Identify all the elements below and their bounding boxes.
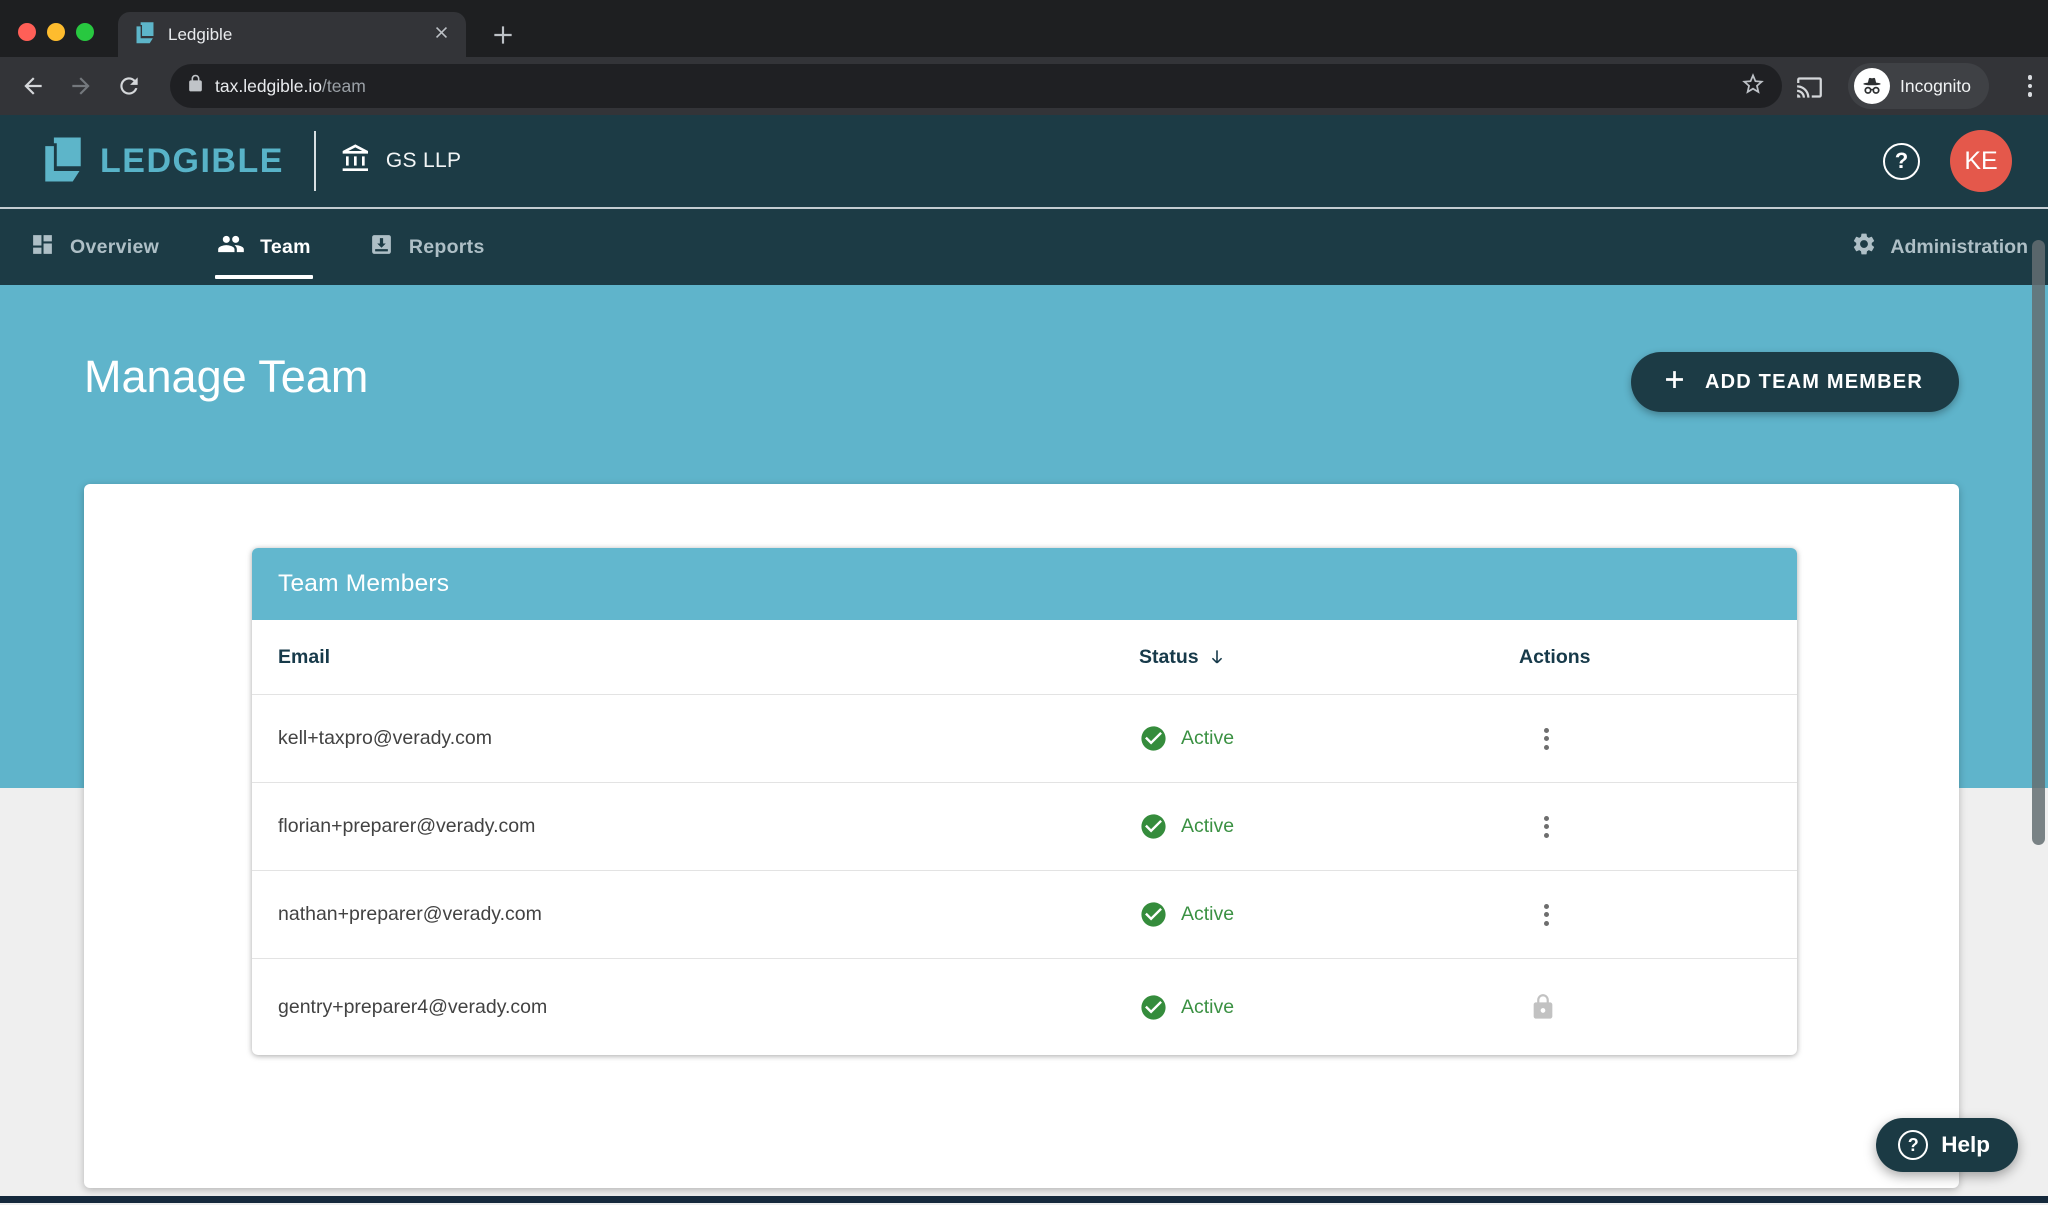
active-check-icon xyxy=(1139,812,1168,841)
header-help-button[interactable]: ? xyxy=(1883,143,1920,180)
help-question-icon: ? xyxy=(1898,1130,1928,1160)
new-tab-button[interactable] xyxy=(486,18,520,52)
column-header-status[interactable]: Status xyxy=(1139,646,1519,669)
table-row: florian+preparer@verady.com Active xyxy=(252,782,1797,870)
nav-item-overview[interactable]: Overview xyxy=(30,209,159,285)
row-status: Active xyxy=(1139,724,1519,753)
ledgible-logo-icon xyxy=(40,133,86,190)
status-label: Active xyxy=(1181,815,1234,838)
close-window-button[interactable] xyxy=(18,23,36,41)
browser-menu-icon[interactable] xyxy=(2018,72,2042,100)
table-row: gentry+preparer4@verady.com Active xyxy=(252,958,1797,1055)
add-team-member-button[interactable]: ADD TEAM MEMBER xyxy=(1631,352,1959,412)
sort-descending-icon xyxy=(1207,647,1227,667)
row-email: gentry+preparer4@verady.com xyxy=(252,996,1139,1019)
incognito-badge: Incognito xyxy=(1848,63,1989,109)
row-status: Active xyxy=(1139,993,1519,1022)
zoom-window-button[interactable] xyxy=(76,23,94,41)
row-menu-button[interactable] xyxy=(1529,719,1563,759)
table-title: Team Members xyxy=(278,570,449,598)
team-members-card: Team Members Email Status Actions kell+t… xyxy=(252,548,1797,1055)
row-status: Active xyxy=(1139,900,1519,929)
https-lock-icon xyxy=(186,74,205,98)
row-actions xyxy=(1519,992,1797,1022)
row-actions xyxy=(1519,719,1797,759)
row-actions xyxy=(1519,895,1797,935)
nav-label: Reports xyxy=(409,236,485,259)
gear-icon xyxy=(1851,231,1877,263)
reload-button[interactable] xyxy=(116,73,142,99)
row-email: florian+preparer@verady.com xyxy=(252,815,1139,838)
tab-favicon-icon xyxy=(134,20,156,50)
page-title: Manage Team xyxy=(84,351,368,403)
table-row: kell+taxpro@verady.com Active xyxy=(252,694,1797,782)
minimize-window-button[interactable] xyxy=(47,23,65,41)
dashboard-icon xyxy=(30,232,55,263)
column-header-email[interactable]: Email xyxy=(252,646,1139,669)
incognito-icon xyxy=(1854,68,1890,104)
row-email: nathan+preparer@verady.com xyxy=(252,903,1139,926)
table-header-bar: Team Members xyxy=(252,548,1797,620)
active-check-icon xyxy=(1139,900,1168,929)
table-row: nathan+preparer@verady.com Active xyxy=(252,870,1797,958)
status-label: Active xyxy=(1181,996,1234,1019)
forward-button[interactable] xyxy=(68,73,94,99)
cast-icon[interactable] xyxy=(1796,74,1822,100)
page-content: Manage Team ADD TEAM MEMBER Team Members… xyxy=(0,285,2048,1203)
browser-tab[interactable]: Ledgible xyxy=(118,12,466,57)
nav-item-administration[interactable]: Administration xyxy=(1851,231,2028,263)
tab-strip: Ledgible xyxy=(0,0,2048,57)
row-menu-button[interactable] xyxy=(1529,807,1563,847)
user-avatar[interactable]: KE xyxy=(1950,130,2012,192)
add-team-member-label: ADD TEAM MEMBER xyxy=(1705,371,1923,394)
lock-icon xyxy=(1529,992,1557,1022)
reports-icon xyxy=(369,232,394,263)
status-label: Active xyxy=(1181,727,1234,750)
tab-title: Ledgible xyxy=(168,25,433,45)
nav-label: Administration xyxy=(1890,236,2028,259)
plus-icon xyxy=(1661,366,1688,399)
incognito-label: Incognito xyxy=(1900,76,1971,97)
nav-label: Team xyxy=(260,236,311,259)
back-button[interactable] xyxy=(20,73,46,99)
active-check-icon xyxy=(1139,724,1168,753)
app-header: LEDGIBLE GS LLP ? KE xyxy=(0,115,2048,209)
header-divider xyxy=(314,131,316,191)
nav-item-team[interactable]: Team xyxy=(217,209,311,285)
institution-icon xyxy=(340,143,372,180)
row-actions xyxy=(1519,807,1797,847)
content-card: Team Members Email Status Actions kell+t… xyxy=(84,484,1959,1188)
column-header-actions: Actions xyxy=(1519,646,1797,669)
nav-label: Overview xyxy=(70,236,159,259)
team-people-icon xyxy=(217,230,245,264)
help-button[interactable]: ? Help xyxy=(1876,1118,2018,1172)
window-bottom-edge xyxy=(0,1196,2048,1203)
brand-wordmark: LEDGIBLE xyxy=(100,142,284,181)
browser-toolbar: tax.ledgible.io/team Incognito xyxy=(0,57,2048,115)
browser-window: Ledgible tax.ledgible.io/team xyxy=(0,0,2048,1205)
url-path: /team xyxy=(322,76,366,97)
address-bar[interactable]: tax.ledgible.io/team xyxy=(170,64,1782,108)
status-label: Active xyxy=(1181,903,1234,926)
row-status: Active xyxy=(1139,812,1519,841)
bookmark-star-icon[interactable] xyxy=(1740,71,1766,102)
scrollbar-thumb[interactable] xyxy=(2032,240,2045,845)
app-nav: Overview Team Reports Administration xyxy=(0,209,2048,285)
tab-close-icon[interactable] xyxy=(433,24,450,46)
active-check-icon xyxy=(1139,993,1168,1022)
row-menu-button[interactable] xyxy=(1529,895,1563,935)
row-email: kell+taxpro@verady.com xyxy=(252,727,1139,750)
help-button-label: Help xyxy=(1941,1132,1990,1158)
organization-name[interactable]: GS LLP xyxy=(386,149,461,173)
table-column-headers: Email Status Actions xyxy=(252,620,1797,694)
table-rows: kell+taxpro@verady.com Active florian+pr… xyxy=(252,694,1797,1055)
nav-item-reports[interactable]: Reports xyxy=(369,209,485,285)
url-host: tax.ledgible.io xyxy=(215,76,322,97)
